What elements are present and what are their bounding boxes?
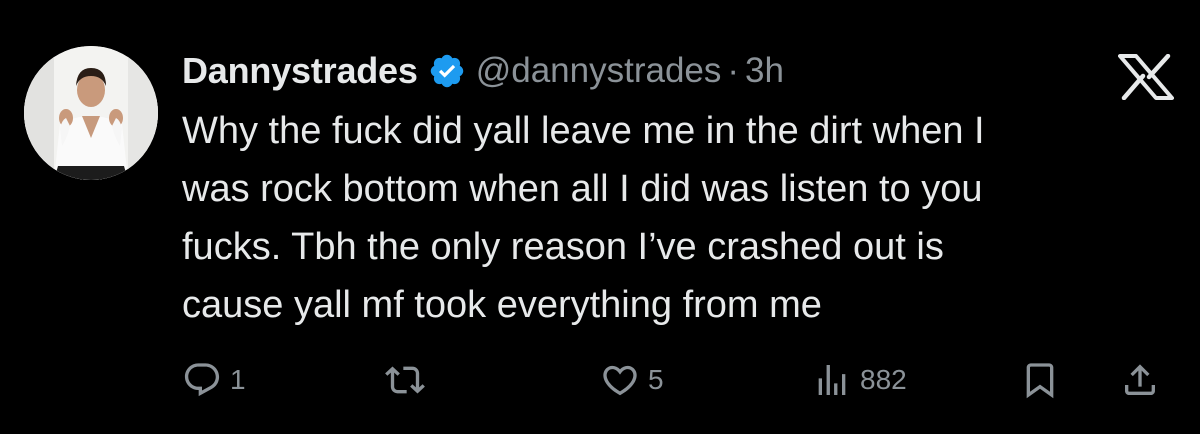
like-count: 5 bbox=[648, 364, 664, 395]
tweet-header: Dannystrades @dannystrades · 3h bbox=[182, 46, 784, 96]
tweet-text: Why the fuck did yall leave me in the di… bbox=[182, 102, 1172, 334]
action-bar: 1 5 882 bbox=[0, 350, 1200, 410]
x-logo-icon bbox=[1118, 53, 1174, 101]
avatar-image bbox=[24, 46, 158, 180]
tweet-card: Dannystrades @dannystrades · 3h Why the … bbox=[0, 0, 1200, 434]
like-button[interactable]: 5 bbox=[600, 360, 664, 400]
reply-icon bbox=[182, 360, 222, 400]
reply-count: 1 bbox=[230, 364, 246, 395]
share-button[interactable] bbox=[1120, 360, 1160, 400]
user-handle[interactable]: @dannystrades bbox=[476, 51, 722, 91]
tweet-text-line: Why the fuck did yall leave me in the di… bbox=[182, 110, 985, 152]
repost-button[interactable] bbox=[384, 360, 434, 400]
separator-dot: · bbox=[727, 51, 740, 90]
tweet-text-line: was rock bottom when all I did was liste… bbox=[182, 168, 983, 210]
avatar[interactable] bbox=[24, 46, 158, 180]
tweet-text-line: cause yall mf took everything from me bbox=[182, 284, 822, 326]
reply-button[interactable]: 1 bbox=[182, 360, 246, 400]
heart-icon bbox=[600, 360, 640, 400]
timestamp[interactable]: 3h bbox=[745, 51, 784, 91]
views-button[interactable]: 882 bbox=[812, 360, 907, 400]
bookmark-icon bbox=[1020, 360, 1060, 400]
repost-icon bbox=[384, 360, 426, 400]
views-icon bbox=[812, 360, 852, 400]
bookmark-button[interactable] bbox=[1020, 360, 1060, 400]
display-name[interactable]: Dannystrades bbox=[182, 50, 418, 92]
verified-badge-icon bbox=[428, 52, 466, 90]
views-count: 882 bbox=[860, 364, 907, 395]
share-icon bbox=[1120, 360, 1160, 400]
tweet-text-line: fucks. Tbh the only reason I’ve crashed … bbox=[182, 226, 944, 268]
